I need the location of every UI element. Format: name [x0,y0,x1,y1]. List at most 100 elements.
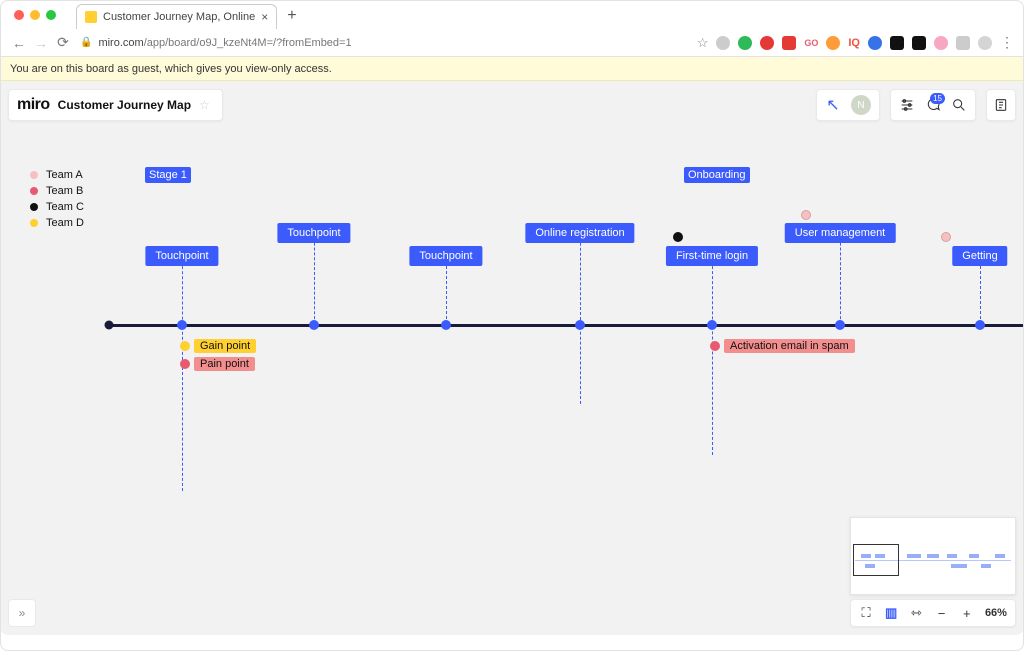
team-dot[interactable] [941,232,951,242]
zoom-percent[interactable]: 66% [985,607,1007,619]
minimap-viewport[interactable] [853,544,899,576]
expand-toolbar-button[interactable]: » [8,599,36,627]
profile-avatar-icon[interactable] [978,36,992,50]
extension-icon[interactable] [868,36,882,50]
stage-label[interactable]: Onboarding [684,167,750,183]
legend-row: Team A [30,167,84,183]
extension-icon[interactable] [738,36,752,50]
zoom-in-button[interactable]: + [960,606,974,621]
stage-label[interactable]: Stage 1 [145,167,191,183]
touchpoint-dot[interactable] [835,320,845,330]
touchpoint-dot[interactable] [309,320,319,330]
touchpoint-box[interactable]: Getting [952,246,1007,266]
settings-icon[interactable] [899,97,915,113]
star-icon[interactable]: ☆ [199,98,210,112]
touchpoint-box[interactable]: User management [785,223,896,243]
zoom-out-button[interactable]: − [935,606,949,621]
extension-icon[interactable] [760,36,774,50]
url-path: /app/board/o9J_kzeNt4M=/?fromEmbed=1 [144,37,352,49]
comments-icon[interactable]: 15 [925,97,941,113]
window-maximize-button[interactable] [46,10,56,20]
zoom-bar: ⛶ ▥ ⇿ − + 66% [850,599,1016,627]
extension-icon[interactable] [782,36,796,50]
tab-favicon [85,11,97,23]
fit-icon[interactable]: ⇿ [909,605,923,621]
star-icon[interactable]: ☆ [697,35,709,51]
canvas[interactable]: miro Customer Journey Map ☆ ↖ N 15 Team … [0,81,1024,635]
touchpoint-dot[interactable] [975,320,985,330]
pain-dot[interactable] [180,359,190,369]
touchpoint-box[interactable]: Online registration [525,223,634,243]
presence-pill: ↖ N [816,89,880,121]
search-icon[interactable] [951,97,967,113]
miro-logo[interactable]: miro [17,96,50,114]
nav-forward-button[interactable]: → [30,35,52,51]
pain-dot[interactable] [710,341,720,351]
legend-dot [30,187,38,195]
guest-banner-text: You are on this board as guest, which gi… [10,63,332,75]
touchpoint-dot[interactable] [707,320,717,330]
legend-dot [30,219,38,227]
extension-icon[interactable] [912,36,926,50]
tab-close-icon[interactable]: × [261,11,268,23]
minimap-block [927,554,939,558]
touchpoint-dot[interactable] [177,320,187,330]
gain-point[interactable]: Gain point [194,339,256,353]
browser-extensions: ☆ GO IQ ⋮ [697,34,1014,51]
guest-avatar[interactable]: N [851,95,871,115]
pain-point[interactable]: Activation email in spam [724,339,855,353]
minimap-block [969,554,979,558]
touchpoint-box[interactable]: Touchpoint [409,246,482,266]
guest-banner: You are on this board as guest, which gi… [0,57,1024,81]
nav-reload-button[interactable]: ⟳ [52,34,74,51]
pain-point[interactable]: Pain point [194,357,255,371]
browser-tab[interactable]: Customer Journey Map, Online × [76,4,277,29]
legend-label: Team B [46,185,83,197]
board-name[interactable]: Customer Journey Map [58,98,191,112]
touchpoint-box[interactable]: Touchpoint [277,223,350,243]
timeline-connector [580,223,581,404]
team-dot[interactable] [801,210,811,220]
extension-icon[interactable] [826,36,840,50]
tab-title: Customer Journey Map, Online [103,11,255,23]
timeline-start-dot [105,321,114,330]
minimap-toggle-icon[interactable]: ▥ [884,605,898,621]
gain-dot[interactable] [180,341,190,351]
touchpoint-box[interactable]: Touchpoint [145,246,218,266]
tools-pill: 15 [890,89,976,121]
timeline-axis [106,324,1024,327]
lock-icon: 🔒 [80,37,92,48]
touchpoint-box[interactable]: First-time login [666,246,758,266]
window-minimize-button[interactable] [30,10,40,20]
minimap-block [995,554,1005,558]
fullscreen-icon[interactable]: ⛶ [859,605,873,621]
window-controls [14,10,56,20]
extension-icon[interactable] [934,36,948,50]
legend-label: Team C [46,201,84,213]
cursor-icon[interactable]: ↖ [825,97,841,113]
extension-icon[interactable]: IQ [848,37,860,49]
extension-icon[interactable]: GO [804,38,818,48]
touchpoint-dot[interactable] [575,320,585,330]
export-pill[interactable] [986,89,1016,121]
extension-icon[interactable] [716,36,730,50]
legend-label: Team A [46,169,83,181]
extension-icon[interactable] [890,36,904,50]
touchpoint-dot[interactable] [441,320,451,330]
minimap-block [907,554,921,558]
kebab-menu-icon[interactable]: ⋮ [1000,34,1014,51]
legend-row: Team C [30,199,84,215]
comments-badge: 15 [930,93,945,104]
extension-icon[interactable] [956,36,970,50]
browser-address-bar: ← → ⟳ 🔒 miro.com/app/board/o9J_kzeNt4M=/… [0,29,1024,57]
team-dot[interactable] [673,232,683,242]
window-close-button[interactable] [14,10,24,20]
url-display[interactable]: 🔒 miro.com/app/board/o9J_kzeNt4M=/?fromE… [80,37,352,49]
new-tab-button[interactable]: + [287,7,296,25]
browser-tab-bar: Customer Journey Map, Online × + [76,3,297,29]
nav-back-button[interactable]: ← [8,35,30,51]
legend-dot [30,171,38,179]
minimap[interactable] [850,517,1016,595]
legend-label: Team D [46,217,84,229]
top-right-controls: ↖ N 15 [816,89,1016,121]
